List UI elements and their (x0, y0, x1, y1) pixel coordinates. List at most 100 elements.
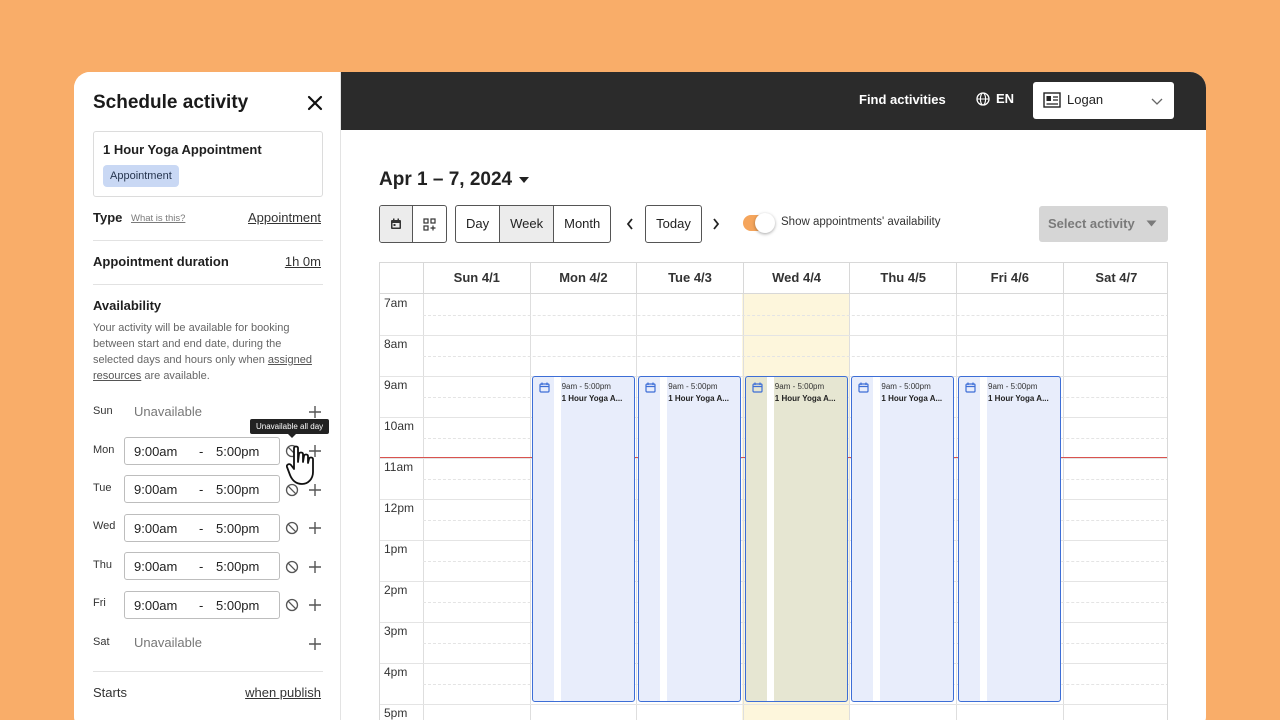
select-activity-button[interactable]: Select activity (1039, 206, 1168, 242)
thu-hours-field[interactable]: 9:00am - 5:00pm (124, 552, 280, 580)
duration-value-link[interactable]: 1h 0m (285, 254, 321, 269)
start-time: 9:00am (134, 559, 178, 574)
appointment-block[interactable]: 9am - 5:00pm 1 Hour Yoga A... (851, 376, 955, 702)
hour-label: 9am (384, 378, 408, 392)
column-divider (1062, 294, 1064, 720)
date-range-picker[interactable]: Apr 1 – 7, 2024 (379, 169, 530, 191)
hour-label: 10am (384, 419, 415, 433)
time-separator: - (199, 559, 204, 574)
appointment-block[interactable]: 9am - 5:00pm 1 Hour Yoga A... (531, 376, 635, 702)
day-label-sun: Sun (93, 405, 113, 417)
panel-title: Schedule activity (93, 92, 249, 113)
chevron-left-icon[interactable] (625, 217, 635, 231)
type-help-link[interactable]: What is this? (131, 213, 185, 224)
hour-label: 8am (384, 337, 408, 351)
type-value-link[interactable]: Appointment (248, 210, 321, 225)
tue-hours-field[interactable]: 9:00am - 5:00pm (124, 475, 280, 503)
day-label-wed: Wed (93, 520, 116, 532)
tooltip: Unavailable all day (250, 419, 330, 438)
duration-label: Appointment duration (93, 254, 229, 269)
add-hours-fri-icon[interactable] (308, 598, 322, 612)
unavailable-wed-icon[interactable] (285, 521, 299, 535)
close-icon[interactable] (306, 94, 324, 112)
today-button[interactable]: Today (645, 205, 702, 243)
appointment-block[interactable]: 9am - 5:00pm 1 Hour Yoga A... (958, 376, 1061, 702)
id-card-icon (1043, 92, 1061, 108)
half-hour-gridline (423, 314, 1167, 316)
event-title: 1 Hour Yoga A... (561, 394, 623, 403)
column-divider (423, 294, 424, 720)
unavailable-thu-icon[interactable] (285, 560, 299, 574)
event-time: 9am - 5:00pm (668, 382, 718, 391)
time-separator: - (199, 598, 204, 613)
divider (93, 671, 323, 672)
day-label-fri: Fri (93, 597, 106, 609)
end-time: 5:00pm (216, 598, 260, 613)
end-time: 5:00pm (216, 559, 260, 574)
column-divider (849, 294, 851, 720)
divider (93, 240, 323, 241)
hour-label: 2pm (384, 583, 408, 597)
hour-label: 12pm (384, 501, 415, 515)
mon-hours-field[interactable]: 9:00am - 5:00pm (124, 437, 280, 465)
hour-label: 7am (384, 296, 408, 310)
event-title: 1 Hour Yoga A... (881, 394, 943, 403)
calendar-view-button[interactable] (380, 206, 413, 242)
start-time: 9:00am (134, 521, 178, 536)
day-mode-button[interactable]: Day (456, 206, 501, 242)
day-label-sat: Sat (93, 636, 110, 648)
month-mode-button[interactable]: Month (554, 206, 610, 242)
availability-toggle[interactable] (743, 213, 775, 233)
starts-label: Starts (93, 685, 127, 700)
event-time: 9am - 5:00pm (774, 382, 825, 391)
hand-cursor-icon (286, 445, 314, 485)
type-label: Type (93, 210, 123, 225)
language-selector[interactable]: EN (976, 91, 1014, 106)
end-time: 5:00pm (216, 521, 260, 536)
start-time: 9:00am (134, 598, 178, 613)
user-name: Logan (1067, 92, 1104, 107)
user-account-dropdown[interactable]: Logan (1033, 82, 1174, 119)
column-divider (742, 294, 744, 720)
unavailable-fri-icon[interactable] (285, 598, 299, 612)
calendar-icon (538, 382, 550, 393)
chevron-right-icon[interactable] (711, 217, 721, 231)
day-header: Wed 4/4 (742, 263, 850, 294)
week-mode-button[interactable]: Week (500, 206, 555, 242)
select-activity-label: Select activity (1048, 216, 1135, 231)
add-hours-wed-icon[interactable] (308, 521, 322, 535)
add-hours-thu-icon[interactable] (308, 560, 322, 574)
add-hours-sun-icon[interactable] (308, 405, 322, 419)
sat-unavailable: Unavailable (134, 635, 202, 650)
caret-down-icon (1146, 220, 1157, 227)
view-toggle-group (379, 205, 447, 243)
time-separator: - (199, 444, 204, 459)
toggle-knob (755, 213, 775, 233)
appointment-block[interactable]: 9am - 5:00pm 1 Hour Yoga A... (744, 376, 848, 702)
hour-label: 5pm (384, 706, 408, 720)
availability-desc-text: Your activity will be available for book… (93, 322, 290, 366)
day-header: Mon 4/2 (529, 263, 637, 294)
add-hours-sat-icon[interactable] (308, 637, 322, 651)
calendar-header-row: Sun 4/1 Mon 4/2 Tue 4/3 Wed 4/4 Thu 4/5 Fri 4… (380, 263, 1167, 294)
wed-hours-field[interactable]: 9:00am - 5:00pm (124, 514, 280, 542)
day-header: Sat 4/7 (1062, 263, 1167, 294)
find-activities-link[interactable]: Find activities (859, 92, 946, 107)
event-time: 9am - 5:00pm (561, 382, 611, 391)
calendar-icon (752, 382, 763, 393)
day-header: Fri 4/6 (956, 263, 1063, 294)
appointment-block[interactable]: 9am - 5:00pm 1 Hour Yoga A... (638, 376, 742, 702)
day-label-mon: Mon (93, 444, 115, 456)
top-navigation-bar: Find activities EN Logan (341, 72, 1206, 130)
half-hour-gridline (423, 355, 1167, 357)
end-time: 5:00pm (216, 482, 260, 497)
event-time: 9am - 5:00pm (881, 382, 931, 391)
calendar-mode-group: Day Week Month (455, 205, 612, 243)
event-strip (660, 377, 668, 701)
grid-icon (423, 217, 436, 231)
fri-hours-field[interactable]: 9:00am - 5:00pm (124, 591, 280, 619)
event-strip (980, 377, 987, 701)
calendar-area: Apr 1 – 7, 2024 Day Week Month Today Sho… (341, 130, 1206, 720)
starts-value-link[interactable]: when publish (245, 685, 321, 700)
resource-view-button[interactable] (413, 206, 446, 242)
